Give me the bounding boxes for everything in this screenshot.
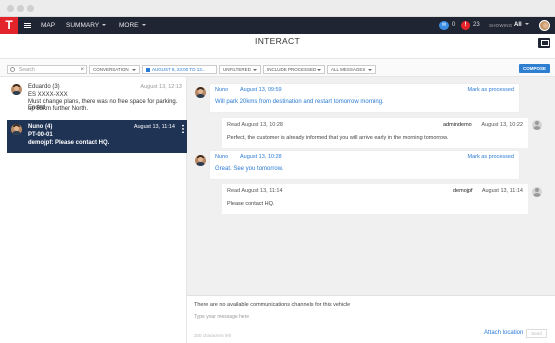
showing-value: All [514,22,522,28]
nav-more-label: MORE [119,22,139,29]
chevron-down-icon [524,23,529,26]
message-user: admindemo [443,122,472,128]
message-sender: Nuno [215,154,229,160]
unfiltered-filter[interactable]: UNFILTERED [219,65,261,74]
chevron-down-icon [317,69,321,71]
avatar [11,124,22,135]
user-avatar[interactable] [539,20,550,31]
message-composer: There are no available communications ch… [187,295,555,343]
conversation-item[interactable]: Eduardo (3) August 13, 12:13 ES XXXX-XXX… [7,79,187,117]
message-read-status: Read August 13, 10:28 [227,122,283,128]
page-title: INTERACT [255,36,300,46]
conversation-filter-label: CONVERSATION [93,67,129,72]
conversation-name: Nuno (4) [28,124,53,130]
window-titlebar [0,0,555,17]
app-logo[interactable]: T [0,17,18,34]
message-time: August 13, 11:14 [481,188,523,194]
message-sender: Nuno [215,87,229,93]
compose-button[interactable]: COMPOSE [519,64,550,73]
processed-filter[interactable]: INCLUDE PROCESSED [263,65,325,74]
user-avatar-placeholder [532,187,542,197]
avatar [195,155,206,166]
date-range-filter[interactable]: AUGUST 8, 23:00 TO 13... [142,65,217,74]
calendar-icon [146,67,150,72]
user-avatar-placeholder [532,120,542,130]
showing-select[interactable]: All [514,17,529,34]
mail-count: 0 [452,22,456,28]
more-options-icon[interactable] [182,124,184,134]
fullscreen-button[interactable] [538,38,550,48]
message-outgoing: Read August 13, 10:28 admindemo August 1… [222,118,528,148]
nav-summary-label: SUMMARY [66,22,100,29]
attach-location-link[interactable]: Attach location [484,330,523,336]
conversation-item-selected[interactable]: Nuno (4) August 13, 11:14 PT-00-01 demoj… [7,120,187,153]
conversation-filter[interactable]: CONVERSATION [89,65,140,74]
message-incoming: Nuno August 13, 09:59 Mark as processed … [210,84,519,112]
message-text: Perfect, the customer is already informe… [227,135,449,141]
message-thread: Nuno August 13, 09:59 Mark as processed … [187,77,555,295]
conversation-list: Eduardo (3) August 13, 12:13 ES XXXX-XXX… [7,77,187,343]
message-text: Please contact HQ. [227,201,275,207]
message-time: August 13, 09:59 [240,87,282,93]
message-time: August 13, 10:22 [481,122,523,128]
window-zoom-dot[interactable] [27,5,34,12]
message-user: demojpf [453,188,473,194]
unfiltered-label: UNFILTERED [223,67,251,72]
mark-processed-link[interactable]: Mark as processed [468,87,514,93]
message-outgoing: Read August 13, 11:14 demojpf August 13,… [222,184,528,214]
nav-map[interactable]: MAP [41,17,55,34]
chevron-down-icon [141,24,146,27]
hamburger-menu-icon[interactable] [24,23,31,28]
messages-filter[interactable]: ALL MESSAGES [327,65,376,74]
message-time: August 13, 10:28 [240,154,282,160]
search-icon [10,67,15,72]
message-read-status: Read August 13, 11:14 [227,188,283,194]
clear-search-icon[interactable]: × [80,66,84,74]
conversation-plate: ES XXXX-XXX [28,92,68,98]
message-text: Great. See you tomorrow. [215,166,284,172]
processed-label: INCLUDE PROCESSED [267,67,317,72]
send-button[interactable]: Send [526,329,547,338]
chevron-down-icon [368,69,372,71]
chevron-down-icon [253,69,257,71]
nav-map-label: MAP [41,22,56,29]
alert-icon[interactable]: ! [461,21,470,30]
mark-processed-link[interactable]: Mark as processed [468,154,514,160]
filter-bar: Search × CONVERSATION AUGUST 8, 23:00 TO… [0,58,555,77]
conversation-date: August 13, 11:14 [133,124,175,130]
window-minimize-dot[interactable] [17,5,24,12]
characters-left: 300 characters left [194,333,232,338]
messages-filter-label: ALL MESSAGES [331,67,366,72]
mail-icon[interactable]: ✉ [439,21,449,30]
message-text: Will park 20kms from destination and res… [215,99,384,105]
conversation-preview: demojpf: Please contact HQ. [28,140,110,146]
message-input[interactable]: Type your message here [194,314,249,320]
nav-more[interactable]: MORE [119,17,146,34]
alert-count: 23 [473,22,480,28]
showing-label: SHOWING [489,23,513,28]
chevron-down-icon [102,24,107,27]
conversation-preview: up 55km further North. [28,106,89,112]
avatar [195,87,206,98]
search-input[interactable]: Search × [7,65,87,74]
window-close-dot[interactable] [7,5,14,12]
conversation-name: Eduardo (3) [28,84,60,90]
nav-summary[interactable]: SUMMARY [66,17,107,34]
search-placeholder: Search [19,67,35,73]
no-channel-notice: There are no available communications ch… [194,302,351,308]
chevron-down-icon [132,69,136,71]
message-incoming: Nuno August 13, 10:28 Mark as processed … [210,151,519,179]
conversation-date: August 13, 12:13 [140,84,182,90]
date-range-label: AUGUST 8, 23:00 TO 13... [152,67,206,72]
avatar [11,84,22,95]
top-navbar: T MAP SUMMARY MORE ✉ 0 ! 23 SHOWING All [0,17,555,34]
conversation-plate: PT-00-01 [28,132,53,138]
